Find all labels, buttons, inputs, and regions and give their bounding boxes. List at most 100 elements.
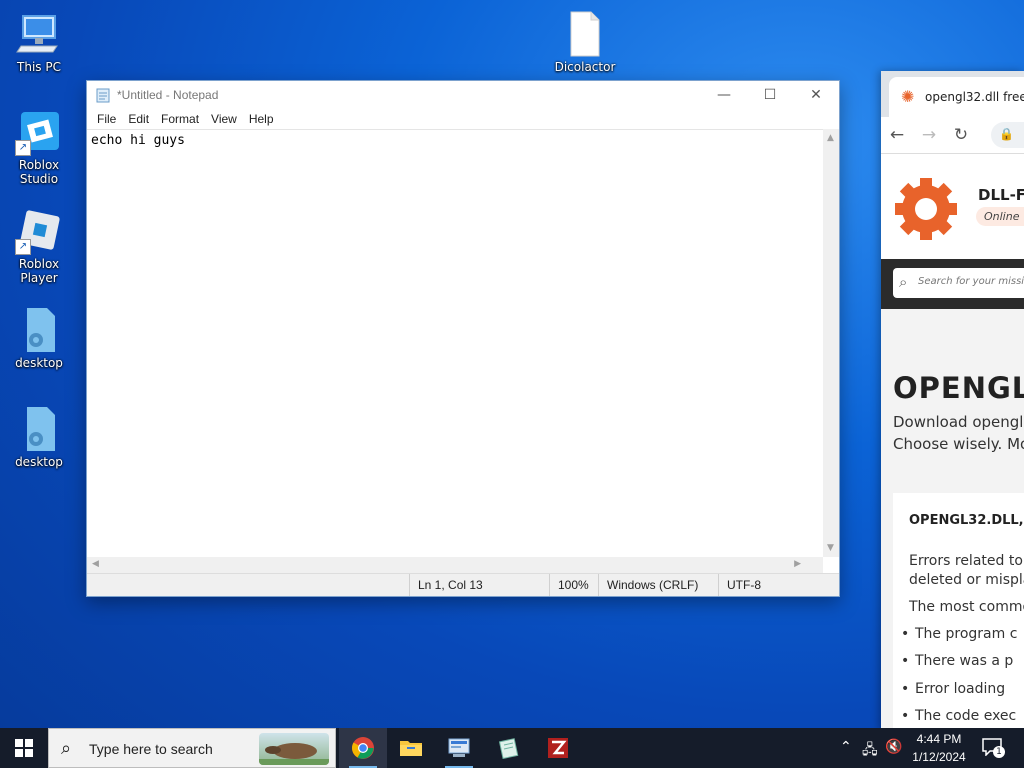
status-zoom: 100% [549,574,600,596]
card-title: OPENGL32.DLL, F [909,513,1024,528]
site-search-placeholder: Search for your missing [918,276,1024,287]
filezilla-icon [548,738,568,758]
show-hidden-icons-chevron-icon[interactable]: ⌃ [840,739,852,755]
address-bar[interactable]: 🔒 [991,122,1024,148]
start-button[interactable] [0,728,48,768]
clock-time: 4:44 PM [916,732,962,746]
browser-tab-strip: ✺ opengl32.dll free d [881,71,1024,117]
search-icon: ⌕ [899,273,908,291]
notepad-icon [95,87,111,103]
desktop-icon-roblox-studio[interactable]: ↗ Roblox Studio [1,108,77,186]
scroll-down-icon[interactable]: ▼ [827,543,834,553]
horizontal-scrollbar[interactable]: ◀ ▶ [87,557,823,573]
list-item: The program c [901,626,1017,642]
close-icon: ✕ [810,87,822,103]
roblox-studio-icon: ↗ [15,108,63,156]
intro-line-2: Choose wisely. Most [893,435,1024,453]
site-search-bar: ⌕ Search for your missing [881,259,1024,309]
taskbar-search-box[interactable]: ⌕ Type here to search [48,728,336,768]
clock-date: 1/12/2024 [912,750,966,764]
browser-tab[interactable]: ✺ opengl32.dll free d [889,77,1024,117]
page-heading: OPENGL3 [893,371,1024,405]
site-logo-gear-icon[interactable] [891,174,961,244]
browser-window[interactable]: ✺ opengl32.dll free d ← → ↻ 🔒 [881,71,1024,731]
desktop-icon-dicolactor[interactable]: Dicolactor [547,10,623,74]
info-card: OPENGL32.DLL, F Errors related to o dele… [893,493,1024,731]
minimize-icon: — [717,87,731,103]
notepad-text-area[interactable]: echo hi guys [87,129,823,558]
desktop-icon-label: desktop [15,455,63,469]
taskbar-clock[interactable]: 4:44 PM 1/12/2024 [908,730,970,766]
search-icon: ⌕ [61,738,72,759]
desktop-icon-desktop-1[interactable]: desktop [1,306,77,370]
menu-edit[interactable]: Edit [122,112,155,126]
scroll-left-icon[interactable]: ◀ [92,559,99,569]
scroll-right-icon[interactable]: ▶ [794,559,801,569]
file-explorer-icon [400,741,422,756]
notepad-icon [498,738,519,759]
card-paragraph-line-1: Errors related to o [909,553,1024,569]
reload-icon[interactable]: ↻ [945,125,977,145]
action-center-button[interactable]: 1 [982,738,1005,758]
shortcut-arrow-icon: ↗ [15,239,31,255]
notepad-title-bar[interactable]: *Untitled - Notepad — ☐ ✕ [87,81,839,109]
notepad-title: *Untitled - Notepad [117,88,219,102]
notepad-window[interactable]: *Untitled - Notepad — ☐ ✕ File Edit Form… [86,80,840,597]
chrome-icon [352,737,374,759]
forward-arrow-icon[interactable]: → [913,125,945,145]
menu-format[interactable]: Format [155,112,205,126]
browser-toolbar: ← → ↻ 🔒 [881,117,1024,154]
list-item: The code exec [901,708,1016,724]
status-encoding: UTF-8 [718,574,827,596]
roblox-player-icon: ↗ [15,207,63,255]
tab-title: opengl32.dll free d [925,90,1024,104]
site-search-input[interactable]: ⌕ Search for your missing [893,268,1024,298]
taskbar: ⌕ Type here to search ⌃ 🖧 🔇 4:44 PM 1/12… [0,728,1024,768]
desktop-icon-desktop-2[interactable]: desktop [1,405,77,469]
notification-count-badge: 1 [993,746,1005,758]
desktop-icon-label: Roblox Studio [18,158,60,186]
site-tagline: Online [976,207,1024,226]
settings-file-icon [15,306,63,354]
search-highlight-image[interactable] [259,733,329,765]
intro-line-1: Download opengl32 [893,413,1024,431]
menu-help[interactable]: Help [243,112,280,126]
notepad-status-bar: Ln 1, Col 13 100% Windows (CRLF) UTF-8 [87,573,839,596]
taskbar-chrome[interactable] [339,728,387,768]
card-paragraph-line-2: deleted or mispla [909,572,1024,588]
desktop-icon-this-pc[interactable]: This PC [1,10,77,74]
network-icon[interactable]: 🖧 [862,739,878,763]
card-paragraph-2: The most commo [909,599,1024,615]
vertical-scrollbar[interactable]: ▲ ▼ [823,129,839,557]
site-brand[interactable]: DLL-F [978,186,1024,204]
volume-muted-icon[interactable]: 🔇 [885,739,902,755]
taskbar-search-placeholder: Type here to search [89,741,213,757]
shortcut-arrow-icon: ↗ [15,140,31,156]
minimize-button[interactable]: — [701,81,747,109]
site-header: DLL-F Online [881,154,1024,259]
taskbar-notepad[interactable] [485,728,533,768]
status-line-endings: Windows (CRLF) [598,574,719,596]
gear-favicon-icon: ✺ [901,87,915,106]
windows-logo-icon [15,739,33,757]
list-item: Error loading [901,681,1005,697]
desktop-icon-label: desktop [15,356,63,370]
taskbar-file-explorer[interactable] [387,728,435,768]
maximize-button[interactable]: ☐ [747,81,793,109]
desktop-icon-label: Dicolactor [554,60,616,74]
computer-icon [15,10,63,58]
list-item: There was a p [901,653,1013,669]
taskbar-filezilla[interactable] [534,728,582,768]
desktop-icon-roblox-player[interactable]: ↗ Roblox Player [1,207,77,285]
settings-file-icon [15,405,63,453]
scroll-up-icon[interactable]: ▲ [827,133,834,143]
menu-file[interactable]: File [91,112,122,126]
taskbar-control-panel[interactable] [435,728,483,768]
page-content: OPENGL3 Download opengl32 Choose wisely.… [881,309,1024,731]
notepad-content[interactable]: echo hi guys [87,130,823,151]
status-position: Ln 1, Col 13 [409,574,550,596]
close-button[interactable]: ✕ [793,81,839,109]
menu-view[interactable]: View [205,112,243,126]
desktop-icon-label: This PC [17,60,61,74]
back-arrow-icon[interactable]: ← [881,125,913,145]
